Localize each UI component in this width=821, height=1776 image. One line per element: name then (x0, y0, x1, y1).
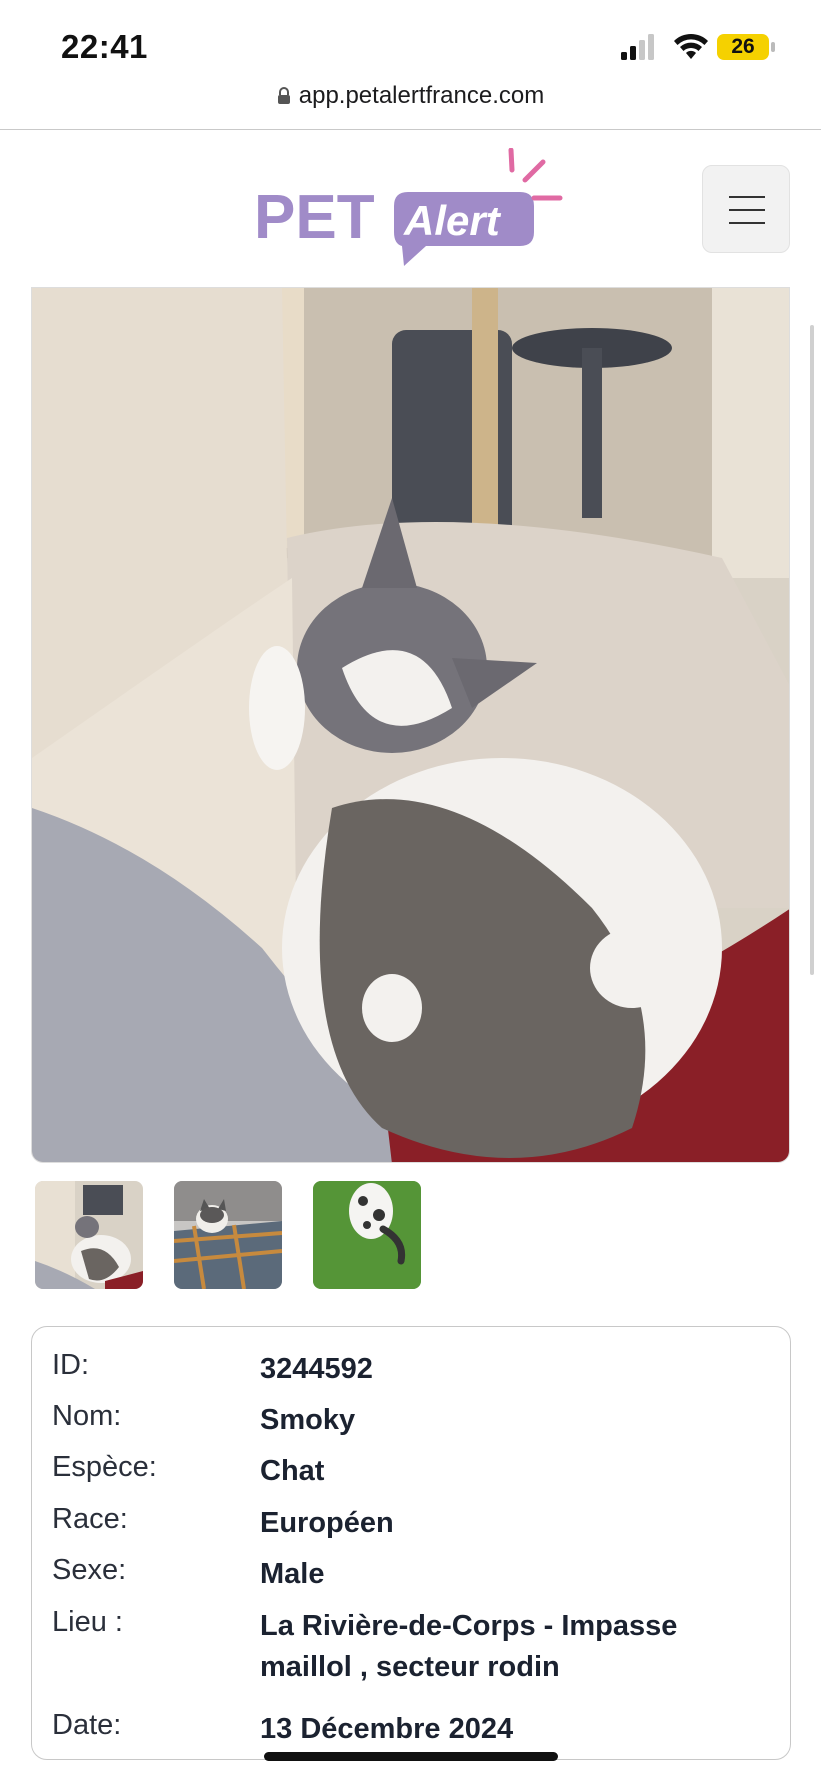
thumb-cat-grass (313, 1181, 421, 1289)
thumbnail[interactable] (174, 1181, 282, 1289)
menu-button[interactable] (702, 165, 790, 253)
detail-value: Chat (260, 1455, 325, 1487)
home-indicator[interactable] (264, 1752, 558, 1761)
battery-icon: 26 (717, 34, 769, 60)
lock-icon (277, 87, 290, 104)
main-photo[interactable] (31, 287, 790, 1163)
address-bar[interactable]: app.petalertfrance.com (0, 82, 821, 122)
pet-details-card: ID: 3244592 Nom: Smoky Espèce: Chat Race… (31, 1326, 791, 1760)
detail-value: Male (260, 1558, 325, 1590)
detail-label: Lieu : (52, 1606, 123, 1638)
detail-label: Race: (52, 1503, 128, 1535)
thumbnail[interactable] (313, 1181, 421, 1289)
site-header: PET Alert (0, 130, 821, 286)
thumb-cat-blanket (174, 1181, 282, 1289)
petalert-logo[interactable]: PET Alert (254, 148, 564, 270)
detail-label: Date: (52, 1709, 122, 1741)
detail-value: La Rivière-de-Corps - Impasse maillol , … (260, 1610, 678, 1683)
signal-icon (621, 34, 654, 60)
detail-label: Sexe: (52, 1554, 127, 1586)
detail-value: 13 Décembre 2024 (260, 1713, 514, 1745)
detail-value: Européen (260, 1507, 394, 1539)
wifi-icon (674, 33, 708, 59)
thumbnail[interactable] (35, 1181, 143, 1289)
battery-level: 26 (731, 35, 755, 58)
status-time: 22:41 (61, 28, 148, 65)
thumb-cat-sleeping (35, 1181, 143, 1289)
page-scrollbar[interactable] (810, 325, 814, 975)
detail-label: Nom: (52, 1400, 122, 1432)
logo-alert-text: Alert (403, 197, 502, 244)
url-text: app.petalertfrance.com (298, 82, 545, 109)
logo-pet-text: PET (254, 183, 375, 252)
detail-label: ID: (52, 1349, 90, 1381)
detail-value: Smoky (260, 1404, 356, 1436)
detail-label: Espèce: (52, 1451, 157, 1483)
cat-photo-sleeping (32, 288, 789, 1162)
detail-value: 3244592 (260, 1353, 373, 1385)
